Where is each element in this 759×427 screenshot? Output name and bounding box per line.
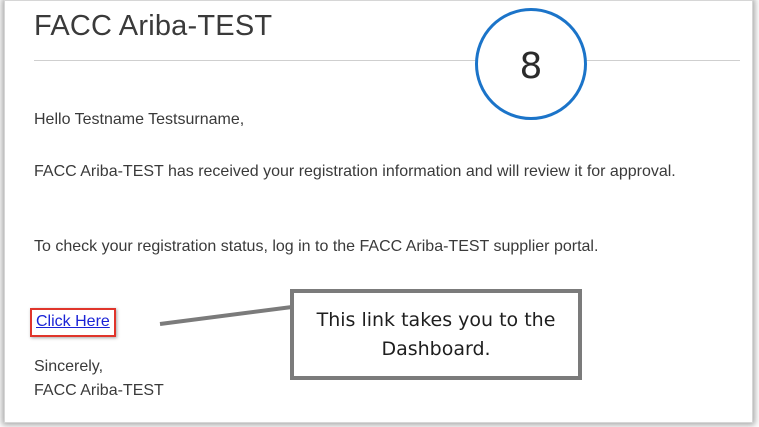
callout-box: This link takes you to the Dashboard. <box>290 289 582 380</box>
link-highlight-box: Click Here <box>30 308 116 337</box>
step-number-circle: 8 <box>475 8 587 120</box>
signature-text: FACC Ariba-TEST <box>34 382 164 399</box>
title-divider <box>34 60 740 61</box>
greeting-text: Hello Testname Testsurname, <box>34 111 245 128</box>
email-title: FACC Ariba-TEST <box>34 10 273 42</box>
check-status-text: To check your registration status, log i… <box>34 238 599 255</box>
registration-received-text: FACC Ariba-TEST has received your regist… <box>34 163 676 180</box>
callout-text: This link takes you to the Dashboard. <box>316 308 556 360</box>
step-number: 8 <box>519 45 543 87</box>
click-here-link[interactable]: Click Here <box>36 313 110 330</box>
